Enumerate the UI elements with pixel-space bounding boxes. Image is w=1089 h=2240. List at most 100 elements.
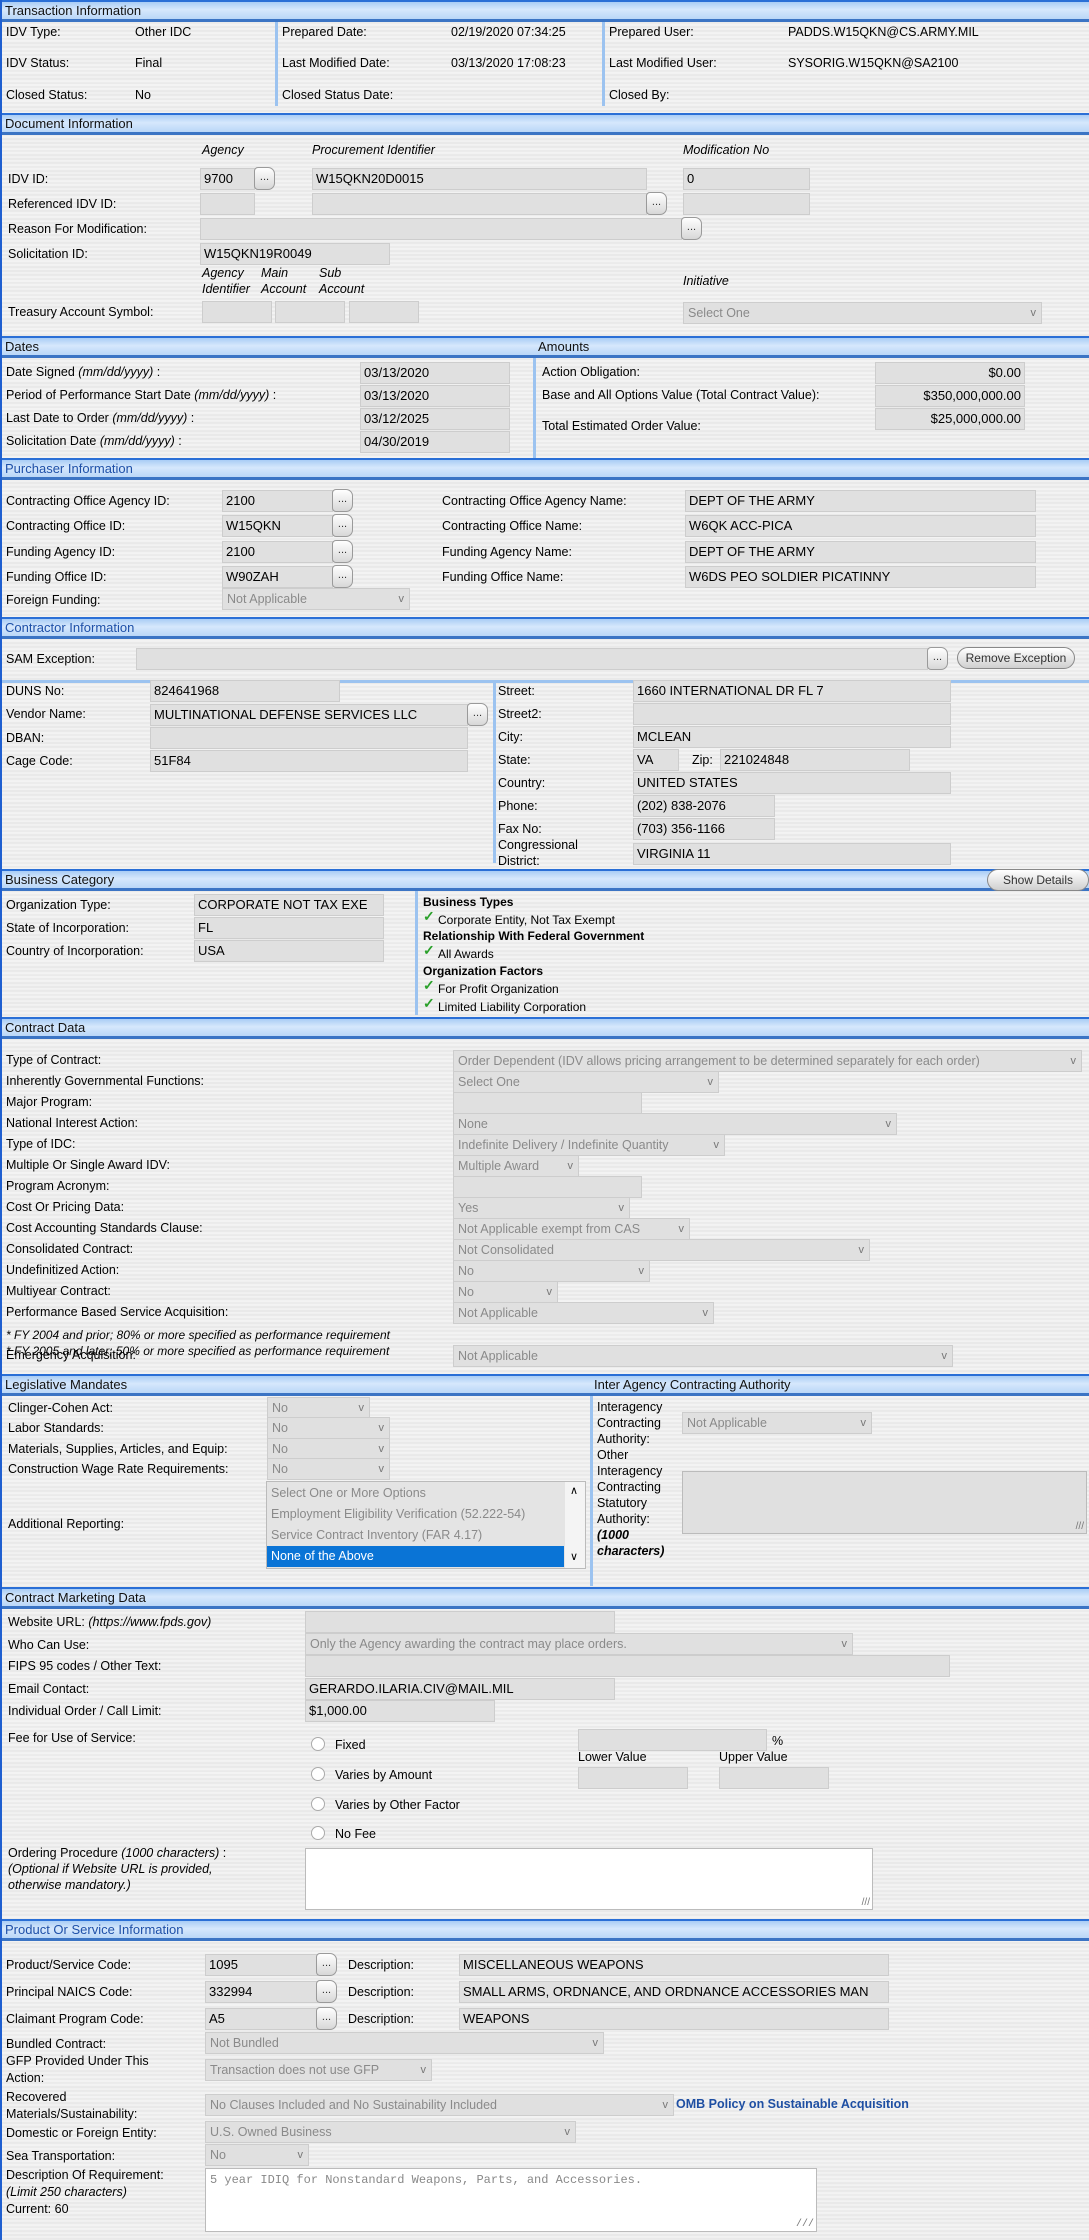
state-inc-field[interactable]: FL — [194, 917, 384, 939]
cage-code-field[interactable]: 51F84 — [150, 750, 468, 772]
recovered-select[interactable]: No Clauses Included and No Sustainabilit… — [205, 2094, 674, 2116]
contract-row-select[interactable]: Multiple Award v — [453, 1155, 579, 1177]
bundled-select[interactable]: Not Bundled v — [205, 2032, 604, 2054]
resize-grip-icon[interactable]: /// — [796, 2219, 814, 2230]
naics-description-field[interactable]: SMALL ARMS, ORDNANCE, AND ORDNANCE ACCES… — [459, 1981, 889, 2003]
vendor-name-field[interactable]: MULTINATIONAL DEFENSE SERVICES LLC — [150, 704, 468, 726]
street2-field[interactable] — [633, 703, 951, 725]
contract-row-select[interactable]: No v — [453, 1281, 558, 1303]
city-field[interactable]: MCLEAN — [633, 726, 951, 748]
chevron-down-icon[interactable]: ∨ — [570, 1550, 578, 1563]
ellipsis-icon[interactable]: ... — [254, 167, 275, 190]
contract-row-select[interactable]: None v — [453, 1113, 897, 1135]
idv-modification-field[interactable]: 0 — [683, 168, 810, 190]
idv-agency-field[interactable]: 9700 — [200, 168, 255, 190]
contract-row-field[interactable] — [453, 1092, 642, 1114]
co-id-field[interactable]: W15QKN — [222, 515, 333, 537]
materials-select[interactable]: No v — [267, 1438, 390, 1460]
dban-field[interactable] — [150, 727, 468, 749]
tas-main-field[interactable] — [275, 301, 345, 323]
ellipsis-icon[interactable]: ... — [316, 1953, 337, 1976]
email-field[interactable]: GERARDO.ILARIA.CIV@MAIL.MIL — [305, 1678, 615, 1700]
listbox-option[interactable]: Service Contract Inventory (FAR 4.17) — [267, 1525, 564, 1546]
fee-radio-fixed[interactable] — [311, 1737, 325, 1751]
wage-select[interactable]: No v — [267, 1458, 390, 1480]
naics-field[interactable]: 332994 — [205, 1981, 318, 2003]
gfp-select[interactable]: Transaction does not use GFP v — [205, 2059, 432, 2081]
org-type-field[interactable]: CORPORATE NOT TAX EXE — [194, 894, 384, 916]
coa-id-field[interactable]: 2100 — [222, 490, 333, 512]
coa-name-field[interactable]: DEPT OF THE ARMY — [685, 490, 1036, 512]
total-estimated-field[interactable]: $25,000,000.00 — [875, 408, 1025, 430]
pop-start-field[interactable]: 03/13/2020 — [360, 385, 510, 407]
listbox-option-selected[interactable]: None of the Above — [267, 1546, 564, 1567]
contract-row-select[interactable]: Not Applicable v — [453, 1345, 953, 1367]
lower-value-field[interactable] — [578, 1767, 688, 1789]
ellipsis-icon[interactable]: ... — [332, 540, 353, 563]
fo-name-field[interactable]: W6DS PEO SOLDIER PICATINNY — [685, 566, 1036, 588]
reason-field[interactable] — [200, 218, 682, 240]
resize-grip-icon[interactable]: /// — [862, 1897, 870, 1908]
contract-row-select[interactable]: No v — [453, 1260, 650, 1282]
co-name-field[interactable]: W6QK ACC-PICA — [685, 515, 1036, 537]
labor-select[interactable]: No v — [267, 1417, 390, 1439]
listbox-option[interactable]: Employment Eligibility Verification (52.… — [267, 1504, 564, 1525]
upper-value-field[interactable] — [719, 1767, 829, 1789]
base-options-field[interactable]: $350,000,000.00 — [875, 385, 1025, 407]
ellipsis-icon[interactable]: ... — [332, 489, 353, 512]
contract-row-select[interactable]: Not Applicable v — [453, 1302, 714, 1324]
ellipsis-icon[interactable]: ... — [467, 703, 488, 726]
contract-row-field[interactable] — [453, 1176, 642, 1198]
solicitation-date-field[interactable]: 04/30/2019 — [360, 431, 510, 453]
listbox-option[interactable]: Select One or More Options — [267, 1483, 564, 1504]
interagency-authority-select[interactable]: Not Applicable v — [682, 1412, 872, 1434]
who-can-use-select[interactable]: Only the Agency awarding the contract ma… — [305, 1633, 853, 1655]
scrollbar[interactable]: ∧ ∨ — [565, 1482, 585, 1568]
call-limit-field[interactable]: $1,000.00 — [305, 1700, 495, 1722]
fax-field[interactable]: (703) 356-1166 — [633, 818, 775, 840]
ref-modification-field[interactable] — [683, 193, 810, 215]
ellipsis-icon[interactable]: ... — [646, 192, 667, 215]
last-order-field[interactable]: 03/12/2025 — [360, 408, 510, 430]
street-field[interactable]: 1660 INTERNATIONAL DR FL 7 — [633, 680, 951, 702]
remove-exception-button[interactable]: Remove Exception — [957, 647, 1075, 669]
ordering-procedure-textarea[interactable]: /// — [305, 1848, 873, 1910]
website-field[interactable] — [305, 1611, 615, 1633]
district-field[interactable]: VIRGINIA 11 — [633, 843, 951, 865]
tas-sub-field[interactable] — [349, 301, 419, 323]
ellipsis-icon[interactable]: ... — [681, 217, 702, 240]
other-authority-textarea[interactable]: /// — [682, 1471, 1087, 1534]
additional-reporting-listbox[interactable]: Select One or More Options Employment El… — [266, 1481, 586, 1569]
fee-radio-varies-amount[interactable] — [311, 1767, 325, 1781]
claimant-description-field[interactable]: WEAPONS — [459, 2008, 889, 2030]
psc-description-field[interactable]: MISCELLANEOUS WEAPONS — [459, 1954, 889, 1976]
clinger-select[interactable]: No v — [267, 1397, 370, 1419]
fixed-percent-field[interactable] — [578, 1729, 767, 1751]
claimant-field[interactable]: A5 — [205, 2008, 318, 2030]
contract-row-select[interactable]: Order Dependent (IDV allows pricing arra… — [453, 1050, 1082, 1072]
zip-field[interactable]: 221024848 — [720, 749, 910, 771]
fa-name-field[interactable]: DEPT OF THE ARMY — [685, 541, 1036, 563]
contract-row-select[interactable]: Indefinite Delivery / Indefinite Quantit… — [453, 1134, 725, 1156]
fa-id-field[interactable]: 2100 — [222, 541, 333, 563]
requirement-textarea[interactable]: 5 year IDIQ for Nonstandard Weapons, Par… — [205, 2168, 817, 2232]
ellipsis-icon[interactable]: ... — [316, 1980, 337, 2003]
contract-row-select[interactable]: Not Consolidated v — [453, 1239, 870, 1261]
fips-field[interactable] — [305, 1655, 950, 1677]
show-details-button[interactable]: Show Details — [987, 869, 1089, 891]
action-obligation-field[interactable]: $0.00 — [875, 362, 1025, 384]
omb-policy-link[interactable]: OMB Policy on Sustainable Acquisition — [676, 2097, 909, 2111]
domestic-select[interactable]: U.S. Owned Business v — [205, 2121, 576, 2143]
solicitation-field[interactable]: W15QKN19R0049 — [200, 243, 390, 265]
duns-field[interactable]: 824641968 — [150, 680, 340, 702]
chevron-up-icon[interactable]: ∧ — [570, 1484, 578, 1497]
tas-agency-field[interactable] — [202, 301, 272, 323]
phone-field[interactable]: (202) 838-2076 — [633, 795, 775, 817]
date-signed-field[interactable]: 03/13/2020 — [360, 362, 510, 384]
ref-procurement-field[interactable] — [312, 193, 647, 215]
contract-row-select[interactable]: Yes v — [453, 1197, 630, 1219]
fo-id-field[interactable]: W90ZAH — [222, 566, 333, 588]
fee-radio-varies-other[interactable] — [311, 1797, 325, 1811]
foreign-funding-select[interactable]: Not Applicable v — [222, 588, 410, 610]
resize-grip-icon[interactable]: /// — [1076, 1521, 1084, 1532]
